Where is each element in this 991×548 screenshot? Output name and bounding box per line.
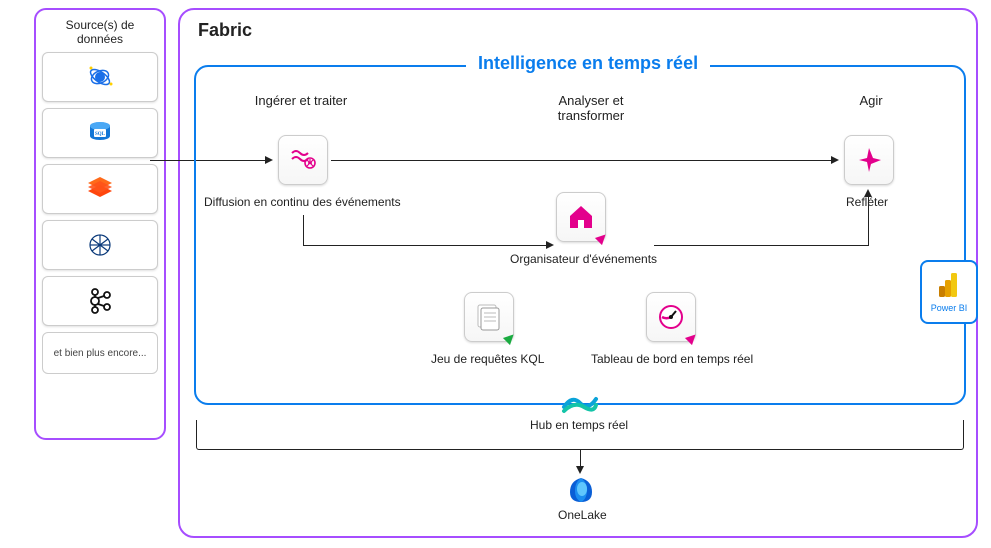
reflect-icon [855, 146, 883, 174]
fabric-title: Fabric [198, 20, 252, 41]
col-ingest: Ingérer et traiter [226, 93, 376, 108]
rti-title: Intelligence en temps réel [466, 53, 710, 74]
col-act: Agir [796, 93, 946, 108]
eventhouse-link-icon [595, 231, 609, 245]
arrow-es-reflect [331, 160, 831, 161]
hub-bracket [196, 420, 964, 450]
arrowhead-es-eh [546, 241, 554, 249]
arrow-eh-rf-h [654, 245, 868, 246]
eventstream-icon [288, 145, 318, 175]
svg-text:SQL: SQL [95, 132, 106, 137]
hub-icon [560, 385, 600, 417]
sql-icon: SQL [83, 118, 117, 148]
source-kafka [42, 276, 158, 326]
fabric-panel: Fabric Intelligence en temps réel Ingére… [178, 8, 978, 538]
confluent-icon [83, 230, 117, 260]
reflect-node [844, 135, 894, 185]
onelake-icon [564, 475, 598, 505]
kafka-icon [85, 286, 115, 316]
source-confluent [42, 220, 158, 270]
dashboard-link-icon [685, 331, 699, 345]
onelake-label: OneLake [558, 508, 607, 522]
powerbi-icon [936, 271, 962, 299]
eventstream-label: Diffusion en continu des événements [204, 195, 401, 209]
arrowhead-hub-onelake [576, 466, 584, 474]
sources-title: Source(s) de données [42, 18, 158, 46]
eventhouse-icon [566, 202, 596, 232]
source-sql: SQL [42, 108, 158, 158]
arrow-es-eh-v [303, 215, 304, 245]
powerbi-label: Power BI [931, 303, 968, 313]
col-analyze: Analyser et transformer [516, 93, 666, 123]
source-databricks [42, 164, 158, 214]
eventhouse-node [556, 192, 606, 242]
reflect-label: Refléter [846, 195, 888, 209]
source-more: et bien plus encore... [42, 332, 158, 374]
source-cosmos [42, 52, 158, 102]
cosmos-icon [83, 62, 117, 92]
eventhouse-label: Organisateur d'événements [510, 252, 657, 266]
kql-queryset-node [464, 292, 514, 342]
realtime-dashboard-node [646, 292, 696, 342]
eventstream-node [278, 135, 328, 185]
kql-queryset-icon [474, 302, 504, 332]
rti-panel: Intelligence en temps réel Ingérer et tr… [194, 65, 966, 405]
powerbi-node: Power BI [920, 260, 978, 324]
kql-link-icon [503, 331, 517, 345]
arrow-es-eh-h [303, 245, 546, 246]
arrowhead-es-reflect [831, 156, 839, 164]
databricks-icon [83, 174, 117, 204]
dashboard-icon [656, 302, 686, 332]
realtime-dashboard-label: Tableau de bord en temps réel [591, 352, 753, 366]
kql-queryset-label: Jeu de requêtes KQL [431, 352, 544, 366]
sources-panel: Source(s) de données SQL [34, 8, 166, 440]
